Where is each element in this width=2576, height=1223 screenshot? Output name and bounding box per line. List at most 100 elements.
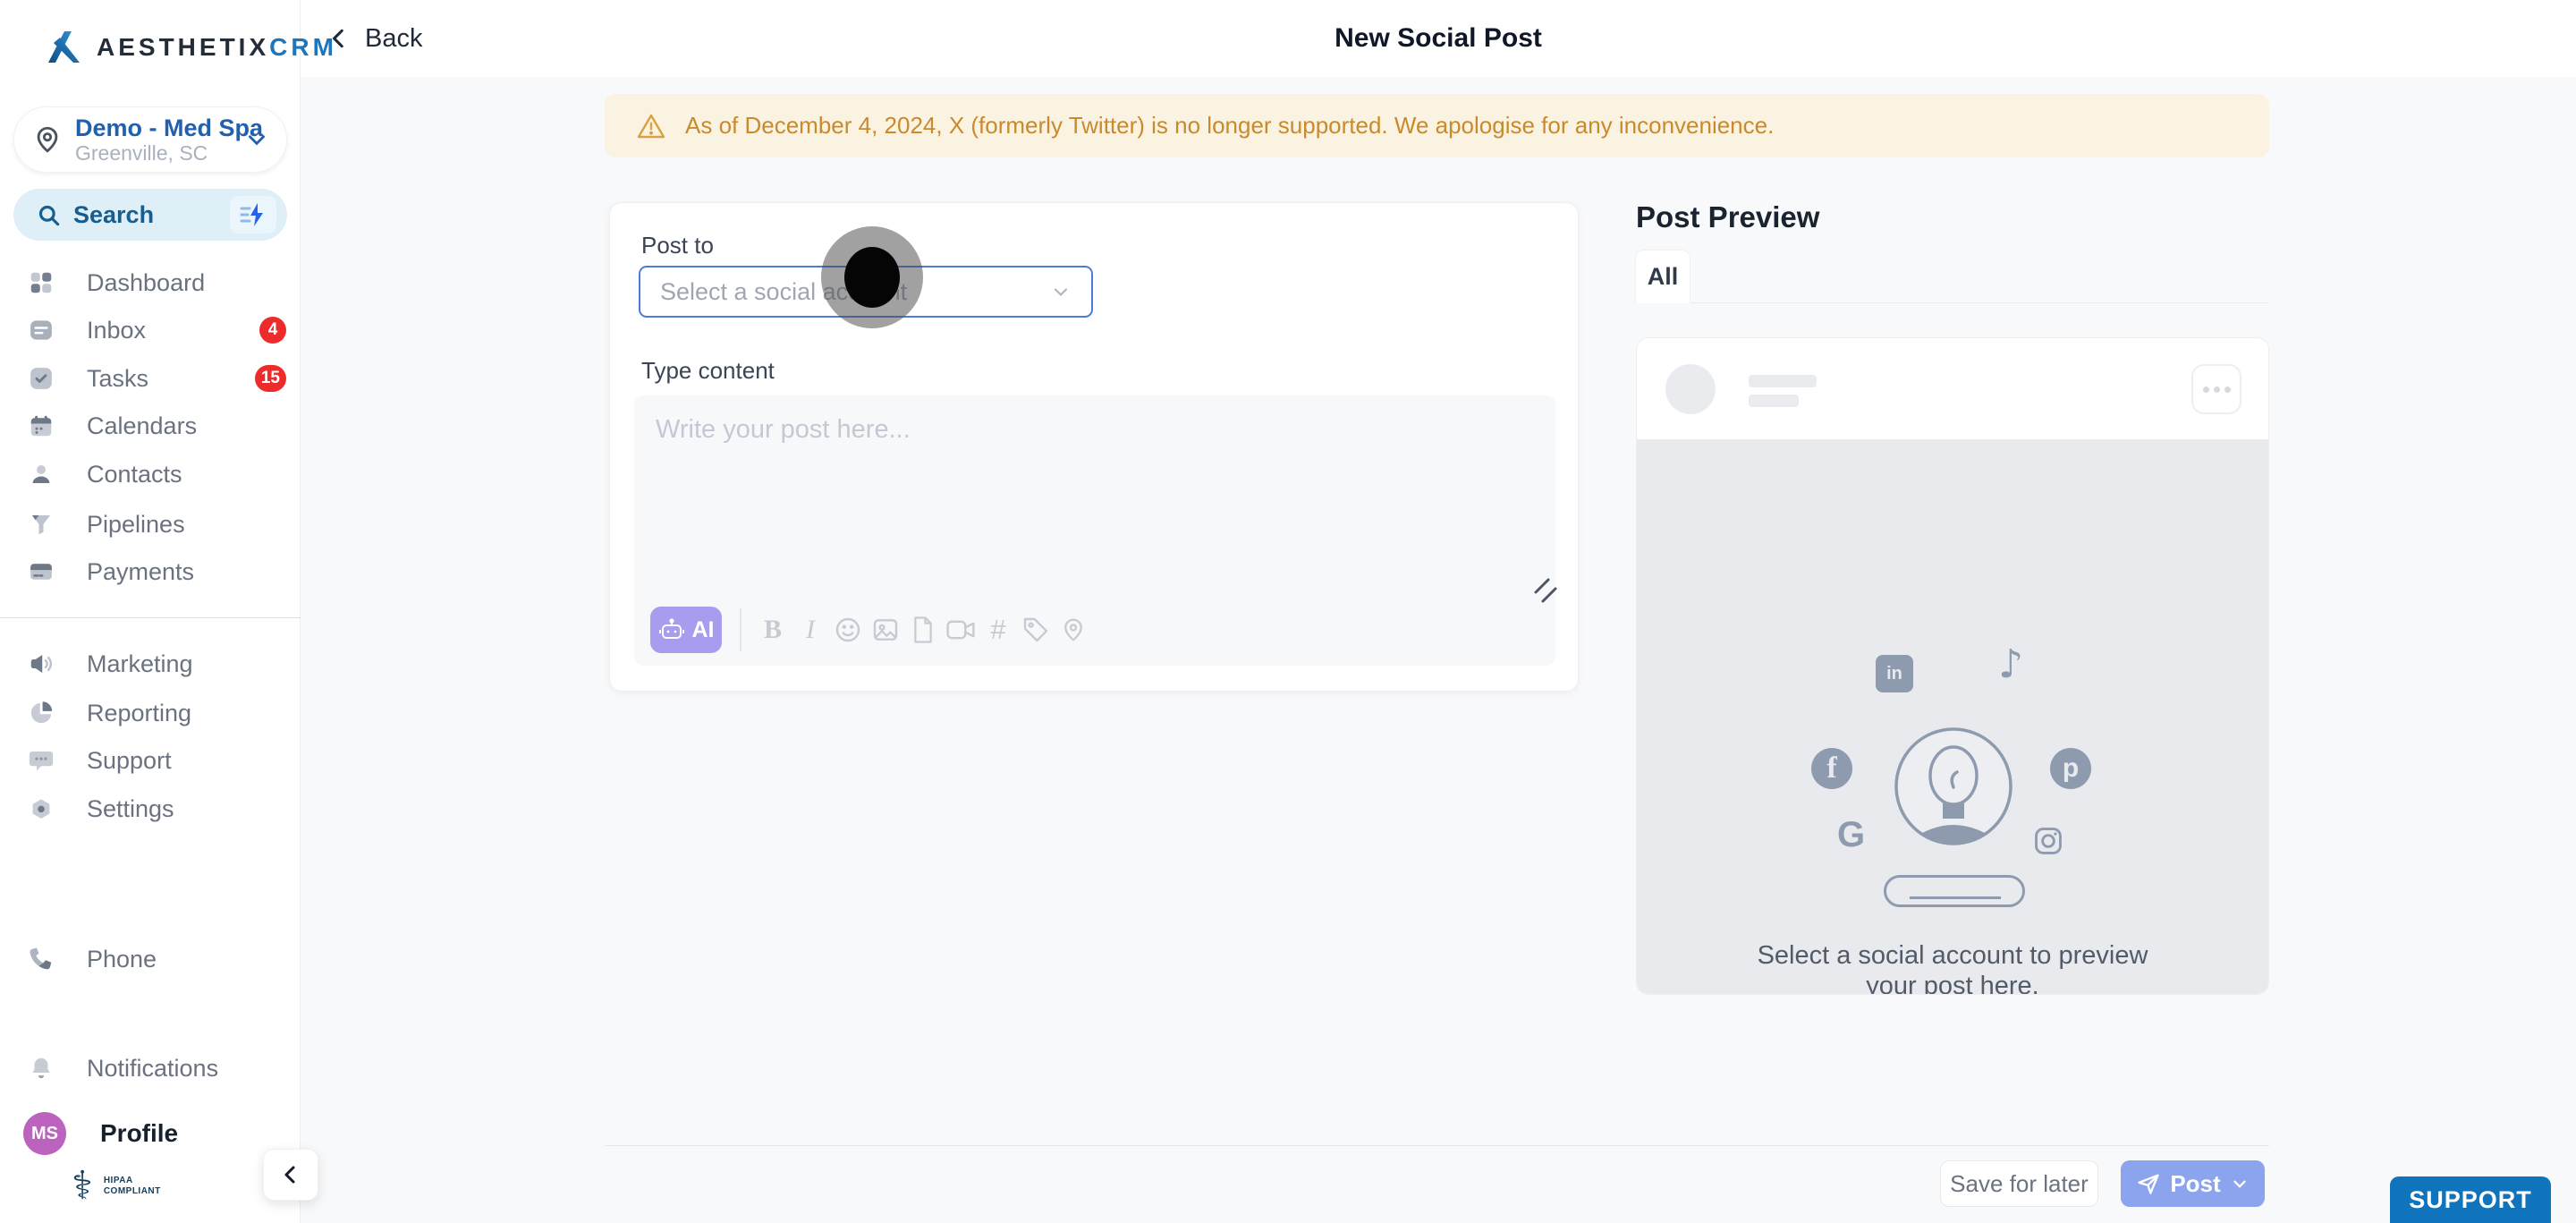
italic-button[interactable]: I xyxy=(792,607,829,653)
editor-toolbar: AI B I # xyxy=(650,607,1092,653)
robot-icon xyxy=(658,618,685,641)
post-to-label: Post to xyxy=(641,232,714,259)
chevron-down-icon xyxy=(1050,281,1072,302)
search-label: Search xyxy=(73,201,230,229)
banner-text: As of December 4, 2024, X (formerly Twit… xyxy=(685,112,1774,140)
image-button[interactable] xyxy=(867,607,904,653)
ai-assist-button[interactable]: AI xyxy=(650,607,722,653)
sidebar-item-tasks[interactable]: Tasks 15 xyxy=(0,354,301,403)
back-button[interactable]: Back xyxy=(327,0,422,77)
pipelines-icon xyxy=(28,511,55,538)
contacts-icon xyxy=(28,461,55,488)
sidebar-item-contacts[interactable]: Contacts xyxy=(0,450,301,498)
emoji-button[interactable] xyxy=(829,607,867,653)
file-button[interactable] xyxy=(904,607,942,653)
sidebar-item-payments[interactable]: Payments xyxy=(0,548,301,596)
chevron-down-icon xyxy=(2230,1174,2250,1193)
caduceus-icon: ⚕ xyxy=(72,1167,93,1206)
payments-icon xyxy=(28,558,55,585)
bold-button[interactable]: B xyxy=(754,607,792,653)
chevron-down-icon xyxy=(245,128,268,151)
save-for-later-button[interactable]: Save for later xyxy=(1940,1160,2098,1207)
sidebar-item-label: Inbox xyxy=(87,317,146,344)
post-preview-title: Post Preview xyxy=(1636,200,1819,234)
sidebar-item-reporting[interactable]: Reporting xyxy=(0,689,301,737)
sidebar-item-phone[interactable]: Phone xyxy=(0,935,301,983)
sidebar-item-calendars[interactable]: Calendars xyxy=(0,402,301,450)
new-social-post-page: AESTHETIXCRM Demo - Med Spa Greenville, … xyxy=(0,0,2576,1223)
map-pin-icon xyxy=(32,124,63,155)
megaphone-icon xyxy=(28,650,55,677)
deprecation-banner: As of December 4, 2024, X (formerly Twit… xyxy=(605,94,2269,157)
sidebar-collapse-button[interactable] xyxy=(263,1149,318,1201)
pie-chart-icon xyxy=(28,700,55,726)
sidebar-item-label: Pipelines xyxy=(87,511,185,539)
post-button[interactable]: Post xyxy=(2121,1160,2265,1207)
preview-card: in ♪ f p G xyxy=(1636,337,2269,995)
ai-label: AI xyxy=(692,617,715,643)
phone-icon xyxy=(28,946,55,972)
support-button[interactable]: SUPPORT xyxy=(2390,1176,2551,1223)
profile-label: Profile xyxy=(100,1119,178,1148)
gear-icon xyxy=(28,795,55,822)
pinterest-icon: p xyxy=(2050,748,2091,789)
post-content-editor[interactable]: Write your post here... AI B I xyxy=(634,395,1555,666)
resize-handle[interactable] xyxy=(1530,578,1561,607)
sidebar-divider xyxy=(0,617,301,618)
tabs-underline xyxy=(1635,302,2269,303)
tab-all[interactable]: All xyxy=(1635,250,1690,303)
text-skeleton-bar xyxy=(1749,375,1817,387)
location-city: Greenville, SC xyxy=(75,141,245,165)
sidebar-item-settings[interactable]: Settings xyxy=(0,785,301,833)
sidebar-item-inbox[interactable]: Inbox 4 xyxy=(0,306,301,354)
sidebar-item-support[interactable]: Support xyxy=(0,736,301,785)
page-title: New Social Post xyxy=(301,0,2576,77)
sidebar-item-notifications[interactable]: Notifications xyxy=(0,1044,301,1092)
facebook-icon: f xyxy=(1811,748,1852,789)
preview-card-header xyxy=(1637,338,2268,439)
brand-logo-text: AESTHETIXCRM xyxy=(97,33,337,62)
sidebar-item-label: Support xyxy=(87,747,172,775)
sidebar-item-pipelines[interactable]: Pipelines xyxy=(0,500,301,548)
sidebar: AESTHETIXCRM Demo - Med Spa Greenville, … xyxy=(0,0,301,1223)
tiktok-icon: ♪ xyxy=(1998,641,2023,687)
sidebar-item-profile[interactable]: MS Profile xyxy=(0,1108,301,1159)
preview-empty-state: in ♪ f p G xyxy=(1637,439,2268,995)
brand-logo: AESTHETIXCRM xyxy=(43,27,337,68)
chat-bubble-icon xyxy=(28,747,55,774)
footer-divider xyxy=(605,1145,2269,1146)
sidebar-item-label: Reporting xyxy=(87,700,191,727)
chevron-left-icon xyxy=(280,1164,301,1185)
sidebar-item-label: Tasks xyxy=(87,365,148,393)
compose-card: Post to Select a social account Type con… xyxy=(609,202,1579,692)
sidebar-item-dashboard[interactable]: Dashboard xyxy=(0,259,301,307)
select-placeholder: Select a social account xyxy=(660,278,1050,306)
sidebar-item-label: Notifications xyxy=(87,1055,218,1083)
hashtag-button[interactable]: # xyxy=(979,607,1017,653)
dashboard-icon xyxy=(28,269,55,296)
avatar: MS xyxy=(23,1112,66,1155)
tasks-badge: 15 xyxy=(255,365,286,392)
calendar-icon xyxy=(28,412,55,439)
linkedin-icon: in xyxy=(1876,655,1913,692)
social-account-select[interactable]: Select a social account xyxy=(639,266,1093,318)
tag-button[interactable] xyxy=(1017,607,1055,653)
more-options-button[interactable] xyxy=(2191,364,2241,414)
inbox-icon xyxy=(28,317,55,344)
sidebar-item-label: Phone xyxy=(87,946,157,973)
location-name: Demo - Med Spa xyxy=(75,115,245,141)
quick-actions-button[interactable] xyxy=(230,196,276,234)
search-button[interactable]: Search xyxy=(13,189,287,241)
sidebar-item-label: Settings xyxy=(87,795,174,823)
avatar-placeholder xyxy=(1665,364,1716,414)
location-picker[interactable]: Demo - Med Spa Greenville, SC xyxy=(13,106,287,173)
warning-icon xyxy=(637,113,665,140)
sidebar-item-marketing[interactable]: Marketing xyxy=(0,640,301,688)
video-button[interactable] xyxy=(942,607,979,653)
location-pin-button[interactable] xyxy=(1055,607,1092,653)
hipaa-compliant-logo: ⚕ HIPAACOMPLIANT xyxy=(72,1167,161,1206)
post-label: Post xyxy=(2170,1170,2220,1198)
google-icon: G xyxy=(1837,815,1865,855)
sidebar-item-label: Contacts xyxy=(87,461,182,488)
tasks-icon xyxy=(28,365,55,392)
